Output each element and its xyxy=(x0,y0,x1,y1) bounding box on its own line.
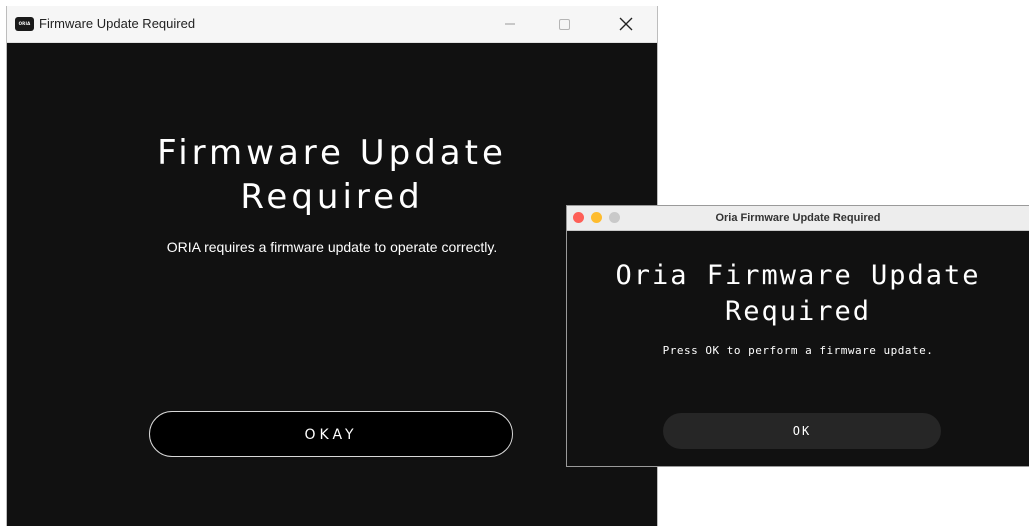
minimize-button[interactable] xyxy=(487,6,533,42)
windows-dialog-message: ORIA requires a firmware update to opera… xyxy=(166,239,498,255)
mac-window-title: Oria Firmware Update Required xyxy=(715,212,881,224)
windows-firmware-dialog: ORIA Firmware Update Required Firmware U… xyxy=(6,6,658,526)
oria-app-icon: ORIA xyxy=(15,17,34,31)
heading-line-1: Firmware Update xyxy=(157,133,507,173)
minimize-icon xyxy=(505,23,515,25)
heading-line-2: Required xyxy=(240,177,424,217)
mac-dialog-message: Press OK to perform a firmware update. xyxy=(662,344,934,357)
windows-title-bar[interactable]: ORIA Firmware Update Required xyxy=(7,6,657,43)
windows-window-title: Firmware Update Required xyxy=(39,16,196,31)
mac-title-bar[interactable]: Oria Firmware Update Required xyxy=(567,206,1029,231)
mac-dialog-heading: Oria Firmware Update Required xyxy=(567,258,1029,330)
mac-heading-line-2: Required xyxy=(724,296,872,327)
close-icon xyxy=(619,17,633,31)
mac-heading-line-1: Oria Firmware Update xyxy=(615,260,981,291)
maximize-button[interactable] xyxy=(541,6,587,42)
mac-firmware-dialog: Oria Firmware Update Required Oria Firmw… xyxy=(566,205,1029,467)
windows-dialog-heading: Firmware Update Required xyxy=(7,131,657,219)
ok-button[interactable]: OK xyxy=(663,413,941,449)
windows-dialog-body: Firmware Update Required ORIA requires a… xyxy=(7,43,657,526)
close-button[interactable] xyxy=(603,6,649,42)
okay-button[interactable]: OKAY xyxy=(149,411,513,457)
maximize-icon xyxy=(559,19,570,30)
